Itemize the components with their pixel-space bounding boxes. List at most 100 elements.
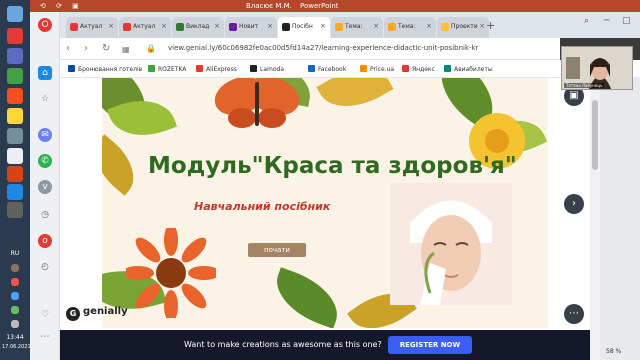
clock-icon[interactable]: ◷ [38, 208, 52, 222]
start-button[interactable]: почати [248, 243, 306, 257]
url-field[interactable]: view.genial.ly/60c06982fe0ac00d5fd14a27/… [168, 44, 498, 52]
bookmark-item[interactable]: Авиабилеты [444, 65, 493, 73]
opera-logo-icon[interactable]: O [38, 18, 52, 32]
browser-tab[interactable]: Проекти × [437, 17, 489, 38]
tray-icon[interactable] [11, 306, 19, 314]
browser-tab[interactable]: Тема: × [384, 17, 436, 38]
bookmark-item[interactable]: Lamoda [250, 65, 284, 73]
home-icon[interactable]: ⌂ [38, 66, 52, 80]
browser-tab[interactable]: Новит × [225, 17, 277, 38]
bookmark-favicon-icon [196, 65, 203, 72]
language-indicator[interactable]: RU [2, 250, 28, 257]
tab-label: Актуал [133, 23, 156, 30]
volume-icon[interactable] [11, 320, 19, 328]
browser-tab[interactable]: Актуал × [119, 17, 171, 38]
bookmark-favicon-icon [444, 65, 451, 72]
tray-icon[interactable] [11, 278, 19, 286]
bookmark-label: Бронювання готелів [78, 66, 143, 73]
app-icon[interactable] [7, 48, 23, 64]
bookmark-favicon-icon [68, 65, 75, 72]
browser-tab[interactable]: Посібн × [278, 17, 330, 38]
close-tab-icon[interactable]: × [267, 22, 273, 30]
whatsapp-icon[interactable]: ✆ [38, 154, 52, 168]
scrollbar-thumb[interactable] [592, 100, 598, 170]
banner-text: Want to make creations as awesome as thi… [184, 340, 382, 349]
back-icon[interactable]: ‹ [66, 43, 70, 54]
app-icon[interactable] [7, 88, 23, 104]
close-tab-icon[interactable]: × [108, 22, 114, 30]
browser-tab[interactable]: Виклад × [172, 17, 224, 38]
start-icon[interactable] [7, 6, 23, 22]
app-icon[interactable] [7, 128, 23, 144]
genially-logo[interactable]: Ggenially [66, 306, 128, 321]
more-options-button[interactable]: ⋯ [564, 304, 584, 324]
reload-icon[interactable]: ↻ [102, 43, 110, 54]
tab-label: Посібн [292, 23, 313, 30]
forward-icon[interactable]: › [84, 43, 88, 54]
close-tab-icon[interactable]: × [214, 22, 220, 30]
close-tab-icon[interactable]: × [320, 22, 326, 30]
genially-logo-text: genially [83, 306, 128, 317]
messenger-icon[interactable]: ✉ [38, 128, 52, 142]
close-tab-icon[interactable]: × [479, 22, 485, 30]
close-tab-icon[interactable]: × [161, 22, 167, 30]
genially-page: Модуль"Краса та здоров'я" Навчальний пос… [60, 78, 590, 360]
heart-icon[interactable]: ♡ [38, 308, 52, 322]
chrome-taskbar-icon[interactable] [7, 68, 23, 84]
tab-favicon-icon [282, 23, 290, 31]
bookmark-item[interactable]: Price.ua [360, 65, 394, 73]
powerpoint-taskbar-icon[interactable] [7, 166, 23, 182]
tab-favicon-icon [70, 23, 78, 31]
bookmark-label: ROZETKA [158, 66, 187, 73]
tab-favicon-icon [388, 23, 396, 31]
search-tabs-icon[interactable]: ⌕ [584, 16, 589, 26]
tab-label: Тема: [345, 23, 363, 30]
bookmark-item[interactable]: Бронювання готелів [68, 65, 142, 73]
quick-access-toolbar[interactable]: ⟲ ⟳ ▣ [40, 2, 83, 10]
bookmarks-icon[interactable]: ☆ [38, 92, 52, 106]
bookmark-item[interactable]: Facebook [308, 65, 346, 73]
new-tab-icon[interactable]: + [486, 19, 495, 32]
bookmark-item[interactable]: ROZETKA [148, 65, 186, 73]
camera-taskbar-icon[interactable] [7, 202, 23, 218]
tab-label: Тема: [398, 23, 416, 30]
close-tab-icon[interactable]: × [426, 22, 432, 30]
butterfly-decoration [214, 78, 300, 128]
bookmark-item[interactable]: AliExpress [196, 65, 237, 73]
maximize-icon[interactable]: ▢ [622, 16, 631, 26]
zoom-taskbar-icon[interactable] [7, 184, 23, 200]
browser-tab[interactable]: Тема: × [331, 17, 383, 38]
next-slide-button[interactable]: › [564, 194, 584, 214]
bookmark-favicon-icon [148, 65, 155, 72]
tab-favicon-icon [123, 23, 131, 31]
tab-favicon-icon [335, 23, 343, 31]
bookmark-label: Авиабилеты [454, 66, 493, 73]
history-icon[interactable]: ◴ [38, 260, 52, 274]
tray-icon[interactable] [11, 292, 19, 300]
tray-icon[interactable] [11, 264, 19, 272]
browser-tab[interactable]: Актуал × [66, 17, 118, 38]
bookmark-label: AliExpress [206, 66, 237, 73]
bookmark-label: Price.ua [370, 66, 395, 73]
zoom-level[interactable]: 58 % [606, 348, 621, 355]
tab-strip: Актуал × Актуал × Виклад × Новит × Посібн × Тема: ×… [60, 12, 640, 38]
speed-dial-icon[interactable]: ▦ [122, 45, 130, 54]
app-icon[interactable] [7, 108, 23, 124]
vk-icon[interactable]: v [38, 180, 52, 194]
slide: Модуль"Краса та здоров'я" Навчальний пос… [102, 78, 548, 328]
minimize-icon[interactable]: ─ [604, 16, 609, 26]
opera-taskbar-icon[interactable] [7, 28, 23, 44]
powerpoint-user: Власює М.М. [246, 2, 292, 10]
register-now-button[interactable]: REGISTER NOW [388, 336, 472, 354]
tab-favicon-icon [229, 23, 237, 31]
clock-time: 13:44 [6, 334, 24, 341]
opera-icon[interactable]: o [38, 234, 52, 248]
close-tab-icon[interactable]: × [373, 22, 379, 30]
tab-label: Виклад [186, 23, 210, 30]
more-icon[interactable]: ⋯ [38, 330, 52, 344]
document-icon[interactable] [7, 148, 23, 164]
bookmark-item[interactable]: Яндекс [402, 65, 435, 73]
bookmark-label: Lamoda [260, 66, 285, 73]
lock-icon: 🔒 [146, 44, 156, 53]
tab-label: Новит [239, 23, 259, 30]
